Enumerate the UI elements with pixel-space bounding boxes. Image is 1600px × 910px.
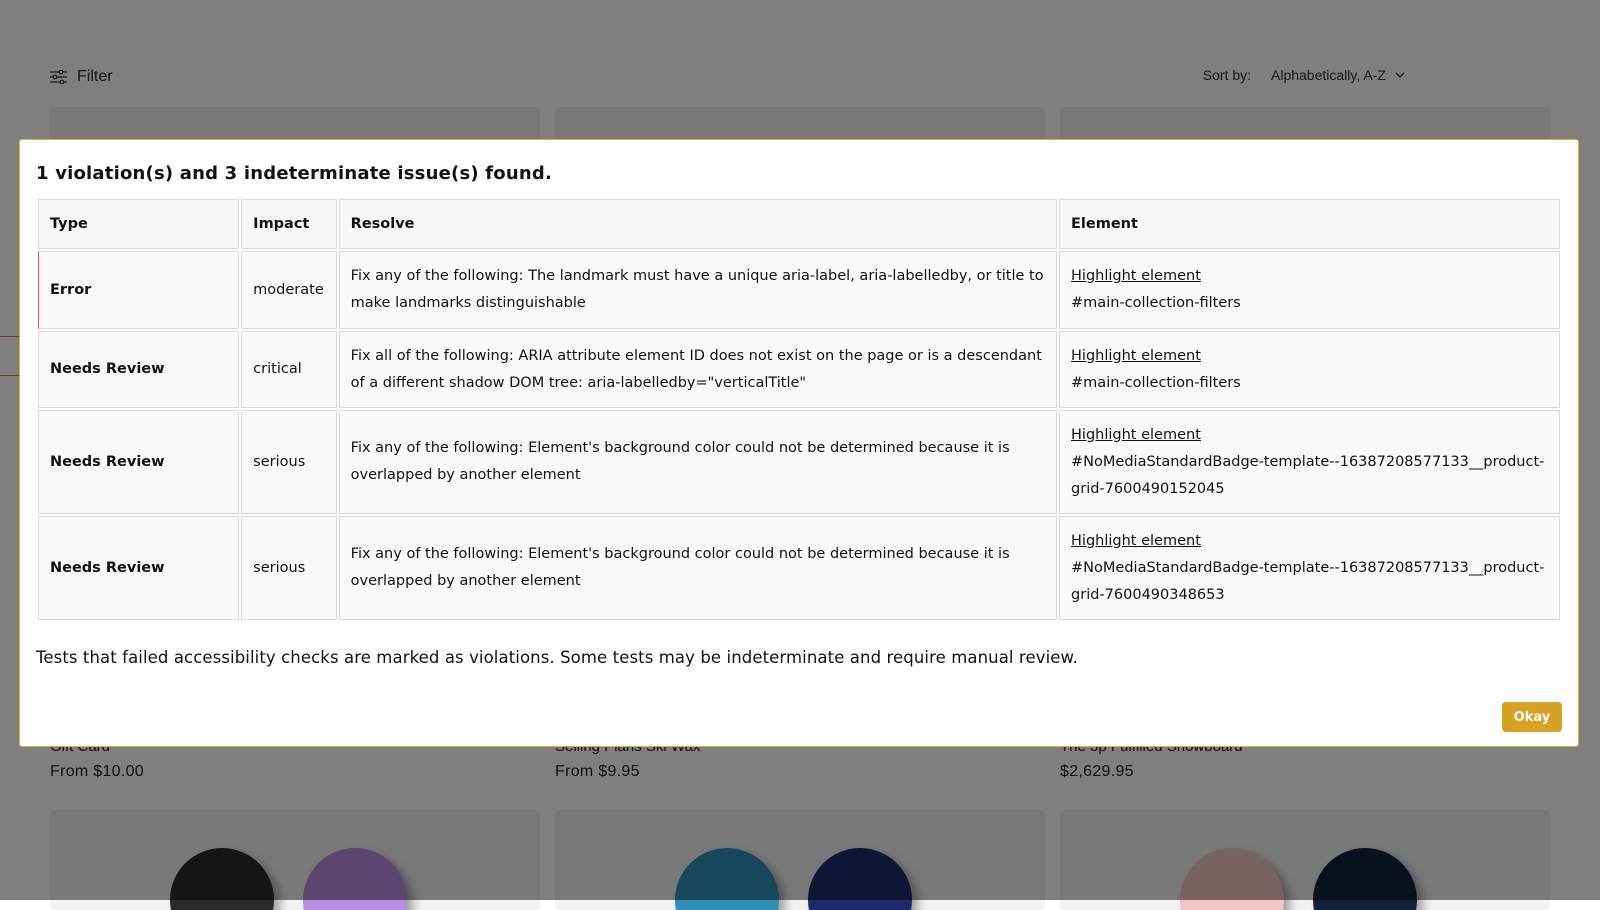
highlight-element-link[interactable]: Highlight element [1071,533,1201,549]
explanation-note: Tests that failed accessibility checks a… [36,648,1078,667]
impact-cell: serious [241,410,337,514]
impact-cell: serious [241,516,337,620]
resolve-cell: Fix any of the following: Element's back… [338,516,1058,620]
type-cell: Needs Review [38,516,240,620]
element-cell: Highlight element #NoMediaStandardBadge-… [1059,410,1560,514]
column-header-type: Type [38,199,240,249]
accessibility-results-dialog: 1 violation(s) and 3 indeterminate issue… [19,139,1579,747]
type-cell: Needs Review [38,410,240,514]
column-header-impact: Impact [241,199,337,249]
resolve-cell: Fix any of the following: The landmark m… [338,251,1058,329]
impact-cell: critical [241,331,337,408]
type-cell: Needs Review [38,331,240,408]
highlight-element-link[interactable]: Highlight element [1071,348,1201,364]
element-cell: Highlight element #main-collection-filte… [1059,251,1560,329]
element-cell: Highlight element #main-collection-filte… [1059,331,1560,408]
resolve-cell: Fix any of the following: Element's back… [338,410,1058,514]
table-row: Needs Review serious Fix any of the foll… [38,516,1560,620]
highlight-element-link[interactable]: Highlight element [1071,268,1201,284]
type-cell: Error [38,251,240,329]
element-selector: #NoMediaStandardBadge-template--16387208… [1071,559,1545,603]
table-row: Needs Review serious Fix any of the foll… [38,410,1560,514]
results-table: Type Impact Resolve Element Error modera… [36,197,1562,622]
okay-button[interactable]: Okay [1502,702,1562,732]
table-row: Error moderate Fix any of the following:… [38,251,1560,329]
resolve-cell: Fix all of the following: ARIA attribute… [338,331,1058,408]
element-cell: Highlight element #NoMediaStandardBadge-… [1059,516,1560,620]
column-header-resolve: Resolve [338,199,1058,249]
table-row: Needs Review critical Fix all of the fol… [38,331,1560,408]
table-header-row: Type Impact Resolve Element [38,199,1560,249]
column-header-element: Element [1059,199,1560,249]
dialog-title: 1 violation(s) and 3 indeterminate issue… [36,163,553,184]
highlight-element-link[interactable]: Highlight element [1071,427,1201,443]
element-selector: #main-collection-filters [1071,374,1241,391]
impact-cell: moderate [241,251,337,329]
element-selector: #main-collection-filters [1071,295,1241,311]
element-selector: #NoMediaStandardBadge-template--16387208… [1071,453,1545,497]
